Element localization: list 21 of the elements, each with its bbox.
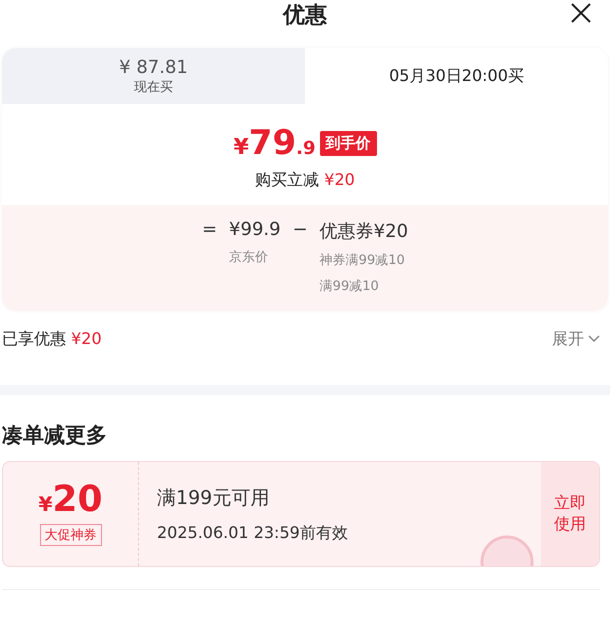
chevron-down-icon [588,335,600,343]
equals-sign: = [202,219,218,242]
coupon-condition: 满199元可用 [157,486,270,510]
coupon-detail: 神券满99减10 [320,252,406,269]
coupon-amount: ¥20 [38,482,103,518]
purchase-time-tab[interactable]: ¥ 87.81 现在买 [2,48,305,104]
base-price-label: 京东价 [229,249,270,266]
price-badge: 到手价 [320,130,376,156]
enjoyed-discount-text: 已享优惠 ¥20 [2,328,102,350]
coupon-detail: 满99减10 [320,278,380,295]
instant-discount-text: 购买立减 ¥20 [255,170,355,191]
expand-button[interactable]: 展开 [552,328,600,350]
section-heading: 凑单减更多 [1,422,108,449]
coupon-total: 优惠券¥20 [320,220,408,243]
base-price: ¥99.9 [229,219,281,240]
final-price: ¥79.9 [233,126,316,160]
use-now-button[interactable]: 立即使用 [541,462,599,566]
minus-sign: − [292,219,308,242]
coupon-validity: 2025.06.01 23:59前有效 [157,522,349,544]
dialog-title: 优惠 [283,2,327,30]
coupon-tag: 大促神券 [40,524,102,546]
